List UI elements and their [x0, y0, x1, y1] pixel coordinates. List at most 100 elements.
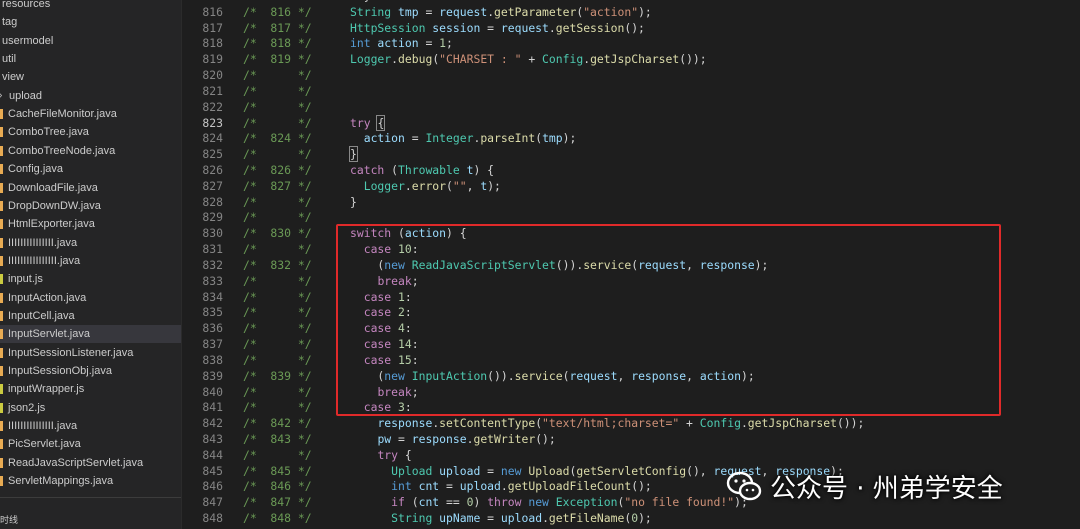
code-text: String tmp = request.getParameter("actio… [350, 4, 652, 20]
sidebar-file[interactable]: InputAction.java [0, 289, 181, 307]
sidebar-file[interactable]: inputWrapper.js [0, 380, 181, 398]
code-token: upload [459, 479, 501, 494]
java-file-icon [0, 237, 3, 248]
code-token: 1 [439, 36, 447, 51]
code-line[interactable]: 819 /* 819 */ Logger.debug("CHARSET : " + … [182, 51, 1080, 67]
sidebar-item-label: json2.js [8, 401, 46, 414]
sidebar-folder[interactable]: util [0, 50, 181, 68]
sidebar-item-label: IIIIIIIIIIIIIIII.java [8, 254, 81, 267]
java-file-icon [0, 164, 3, 175]
code-line[interactable]: 842/* 842 */ response.setContentType("te… [182, 415, 1080, 431]
sidebar-file[interactable]: InputSessionObj.java [0, 362, 181, 380]
sidebar-item-label: InputAction.java [8, 291, 87, 304]
line-annotation: /* 830 */ [243, 226, 312, 241]
code-line[interactable]: 843 /* 843 */ pw = response.getWriter(); [182, 431, 1080, 447]
code-token: getSession [555, 20, 625, 35]
line-annotation: /* */ [243, 99, 312, 114]
line-annotation: /* */ [243, 115, 312, 130]
sidebar-file[interactable]: ReadJavaScriptServlet.java [0, 454, 181, 472]
code-line[interactable]: 820 /* */ [182, 67, 1080, 83]
code-line[interactable]: 825 /* */} [182, 146, 1080, 163]
sidebar-item-label: HtmlExporter.java [8, 218, 95, 231]
code-text: try { [350, 114, 386, 131]
sidebar-file[interactable]: InputServlet.java [0, 325, 181, 344]
sidebar-item-label: inputWrapper.js [8, 383, 85, 396]
panel-label: 时线 [0, 515, 19, 525]
line-annotation: /* */ [243, 83, 312, 98]
code-token: cnt [418, 495, 440, 510]
sidebar-folder[interactable]: ›upload [0, 87, 181, 105]
code-token: . [548, 20, 556, 35]
sidebar-file[interactable]: ComboTree.java [0, 123, 181, 141]
java-file-icon [0, 145, 3, 156]
line-annotation: /* */ [243, 147, 312, 162]
code-token: ); [562, 131, 577, 146]
code-token: try [350, 115, 371, 130]
sidebar-file[interactable]: DownloadFile.java [0, 179, 181, 197]
code-line[interactable]: 827 /* 827 */ Logger.error("", t); [182, 178, 1080, 194]
code-line[interactable]: 828 /* */} [182, 194, 1080, 210]
sidebar-file[interactable]: IIIIIIIIIIIIIII.java [0, 417, 181, 435]
line-number: 825 [202, 147, 223, 162]
sidebar-item-label: resources [2, 0, 51, 10]
code-line[interactable]: 816 /* 816 */ String tmp = request.getPara… [182, 4, 1080, 20]
line-number: 839 [202, 368, 223, 383]
sidebar-file[interactable]: input.js [0, 270, 181, 288]
code-token: getJspCharset [747, 416, 837, 431]
line-number: 826 [202, 163, 223, 178]
java-file-icon [0, 310, 3, 321]
code-line[interactable]: 818 /* 818 */ int action = 1; [182, 35, 1080, 51]
code-token: Integer [425, 131, 474, 146]
sidebar-item-label: InputSessionListener.java [8, 346, 134, 359]
sidebar-folder[interactable]: view [0, 68, 181, 86]
line-annotation: /* 832 */ [243, 257, 312, 272]
code-line[interactable]: 817 /* 817 */ HttpSession session = reques… [182, 20, 1080, 36]
code-token: (); [624, 20, 645, 35]
sidebar-item-label: PicServlet.java [8, 438, 81, 451]
sidebar-file[interactable]: HtmlExporter.java [0, 215, 181, 233]
sidebar-file[interactable]: IIIIIIIIIIIIIIII.java [0, 252, 181, 270]
line-number: 834 [202, 289, 223, 304]
java-file-icon [0, 255, 3, 266]
code-token: { [398, 447, 412, 462]
sidebar-file[interactable]: InputCell.java [0, 307, 181, 325]
java-file-icon [0, 219, 3, 230]
sidebar-file[interactable]: ServletMappings.java [0, 472, 181, 490]
sidebar-folder[interactable]: usermodel [0, 32, 181, 50]
line-annotation: /* */ [243, 352, 312, 367]
sidebar-item-label: Config.java [8, 163, 64, 176]
sidebar-file[interactable]: IIIIIIIIIIIIIII.java [0, 234, 181, 252]
sidebar-folder[interactable]: resources [0, 0, 181, 13]
line-number: 827 [202, 178, 223, 193]
code-token: = [439, 479, 460, 494]
sidebar-folder[interactable]: tag [0, 13, 181, 31]
sidebar-file[interactable]: PicServlet.java [0, 435, 181, 453]
line-number: 844 [202, 447, 223, 462]
line-annotation: /* */ [243, 400, 312, 415]
code-token: = [404, 131, 426, 146]
sidebar-file[interactable]: DropDownDW.java [0, 197, 181, 215]
sidebar-file[interactable]: InputSessionListener.java [0, 344, 181, 362]
code-token: (); [535, 431, 556, 446]
code-token: new [521, 495, 549, 510]
code-line[interactable]: 826 /* 826 */ catch (Throwable t) { [182, 162, 1080, 178]
sidebar-item-label: IIIIIIIIIIIIIII.java [8, 236, 78, 249]
code-line[interactable]: 822 /* */ [182, 99, 1080, 115]
code-token: "action" [583, 4, 639, 19]
line-number: 829 [202, 210, 223, 225]
line-annotation: /* 818 */ [243, 36, 312, 51]
line-annotation: /* */ [243, 210, 312, 225]
code-line[interactable]: 824 /* 824 */ action = Integer.parseInt(t… [182, 130, 1080, 146]
code-line[interactable]: 823 /* */ try { [182, 114, 1080, 131]
sidebar-file[interactable]: Config.java [0, 160, 181, 178]
code-token: getParameter [494, 4, 577, 19]
sidebar-file[interactable]: CacheFileMonitor.java [0, 105, 181, 123]
code-text: } [349, 146, 358, 163]
code-line[interactable]: 848 /* 848 */ String upName = upload.getF… [182, 510, 1080, 526]
code-line[interactable]: 821 /* */ [182, 83, 1080, 99]
code-token: tmp [542, 131, 563, 146]
sidebar-file[interactable]: json2.js [0, 399, 181, 417]
code-token: . [391, 52, 399, 67]
js-file-icon [0, 402, 3, 413]
sidebar-file[interactable]: ComboTreeNode.java [0, 142, 181, 160]
